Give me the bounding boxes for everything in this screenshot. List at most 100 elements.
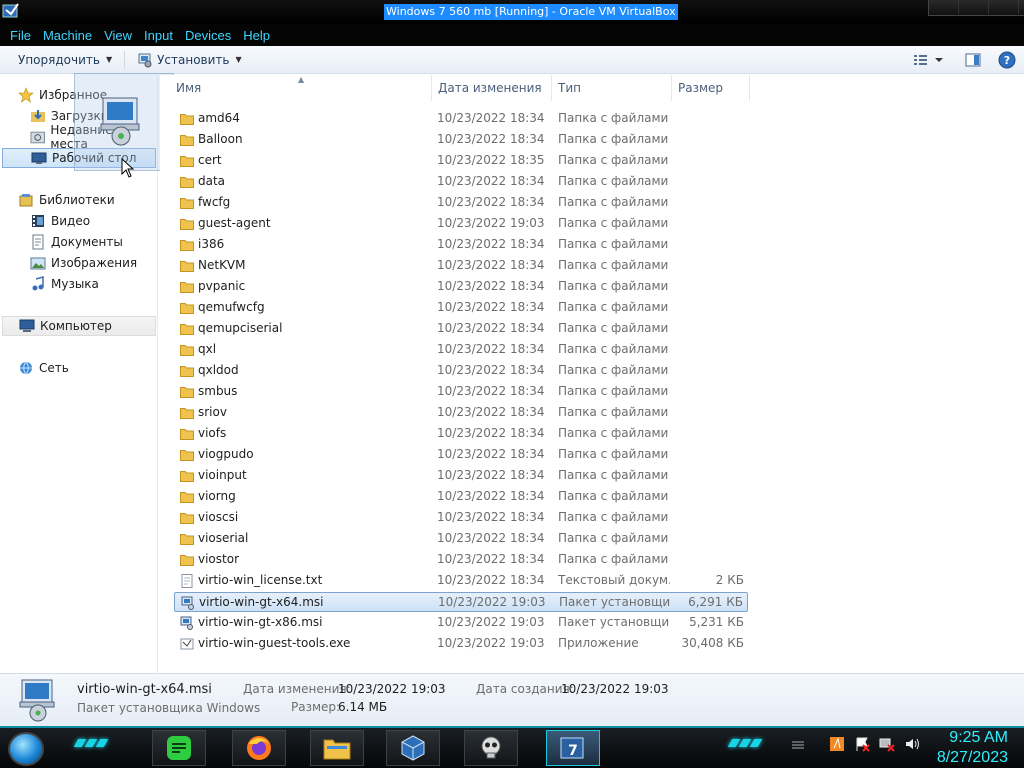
show-hidden-icons-icon[interactable] <box>790 736 806 752</box>
file-size: 6,291 КБ <box>688 595 743 609</box>
file-row[interactable]: qxldod 10/23/2022 18:34 Папка с файлами <box>174 361 748 381</box>
file-row[interactable]: qemupciserial 10/23/2022 18:34 Папка с фай… <box>174 319 748 339</box>
help-button[interactable]: ? <box>996 49 1018 71</box>
music-icon <box>32 276 44 291</box>
file-name: sriov <box>198 405 227 419</box>
virtualbox-icon <box>401 735 425 761</box>
nav-libraries[interactable]: Библиотеки <box>18 190 148 210</box>
nav-computer[interactable]: Компьютер <box>2 316 156 336</box>
taskbar-clock[interactable]: 9:25 AM 8/27/2023 <box>937 728 1008 768</box>
file-name: cert <box>198 153 222 167</box>
file-row[interactable]: virtio-win_license.txt 10/23/2022 18:34 Те… <box>174 571 748 591</box>
vbox-window-controls[interactable] <box>928 0 1024 16</box>
file-row[interactable]: virtio-win-guest-tools.exe 10/23/2022 19:… <box>174 634 748 654</box>
file-type: Папка с файлами <box>558 363 669 377</box>
file-row[interactable]: fwcfg 10/23/2022 18:34 Папка с файлами <box>174 193 748 213</box>
action-center-flag-icon[interactable] <box>854 736 870 752</box>
nav-documents[interactable]: Документы <box>30 232 150 252</box>
file-row[interactable]: NetKVM 10/23/2022 18:34 Папка с файлами <box>174 256 748 276</box>
column-type[interactable]: Тип <box>552 75 672 101</box>
file-row[interactable]: vioinput 10/23/2022 18:34 Папка с файлами <box>174 466 748 486</box>
file-type: Текстовый докум... <box>558 573 670 587</box>
column-size[interactable]: Размер <box>672 75 750 101</box>
vbox-titlebar: Windows 7 560 mb [Running] - Oracle VM V… <box>0 0 1024 24</box>
file-row[interactable]: qxl 10/23/2022 18:34 Папка с файлами <box>174 340 748 360</box>
file-type: Папка с файлами <box>558 447 669 461</box>
file-name: guest-agent <box>198 216 271 230</box>
view-options-button[interactable] <box>910 49 950 71</box>
file-row[interactable]: Balloon 10/23/2022 18:34 Папка с файлами <box>174 130 748 150</box>
application-icon <box>180 638 194 650</box>
file-date: 10/23/2022 18:34 <box>437 489 545 503</box>
libraries-icon <box>19 194 33 207</box>
file-date: 10/23/2022 18:34 <box>437 405 545 419</box>
menu-help[interactable]: Help <box>237 28 276 43</box>
file-row[interactable]: amd64 10/23/2022 18:34 Папка с файлами <box>174 109 748 129</box>
file-name: NetKVM <box>198 258 246 272</box>
folder-icon <box>180 513 194 524</box>
menu-input[interactable]: Input <box>138 28 179 43</box>
file-row[interactable]: i386 10/23/2022 18:34 Папка с файлами <box>174 235 748 255</box>
menu-view[interactable]: View <box>98 28 138 43</box>
install-button[interactable]: Установить ▼ <box>129 49 250 71</box>
nav-computer-label: Компьютер <box>40 319 112 333</box>
organize-button[interactable]: Упорядочить ▼ <box>0 49 120 71</box>
close-button[interactable] <box>989 0 1019 14</box>
column-date[interactable]: Дата изменения <box>432 75 552 101</box>
folder-icon <box>180 408 194 419</box>
taskbar-app-skull[interactable] <box>464 730 518 766</box>
file-row[interactable]: viorng 10/23/2022 18:34 Папка с файлами <box>174 487 748 507</box>
menu-devices[interactable]: Devices <box>179 28 237 43</box>
preview-pane-button[interactable] <box>962 49 984 71</box>
volume-icon[interactable] <box>904 736 920 752</box>
menu-machine[interactable]: Machine <box>37 28 98 43</box>
file-row[interactable]: data 10/23/2022 18:34 Папка с файлами <box>174 172 748 192</box>
file-type: Папка с файлами <box>558 195 669 209</box>
nav-network[interactable]: Сеть <box>18 358 148 378</box>
nav-documents-label: Документы <box>51 235 123 249</box>
nav-images[interactable]: Изображения <box>30 253 150 273</box>
firefox-icon <box>247 736 271 760</box>
file-row[interactable]: cert 10/23/2022 18:35 Папка с файлами <box>174 151 748 171</box>
nav-network-label: Сеть <box>39 361 69 375</box>
installer-package-icon <box>181 596 194 610</box>
taskbar-app-firefox[interactable] <box>232 730 286 766</box>
file-date: 10/23/2022 18:34 <box>437 195 545 209</box>
file-row[interactable]: sriov 10/23/2022 18:34 Папка с файлами <box>174 403 748 423</box>
file-row[interactable]: viofs 10/23/2022 18:34 Папка с файлами <box>174 424 748 444</box>
file-row[interactable]: vioserial 10/23/2022 18:34 Папка с файлами <box>174 529 748 549</box>
file-type: Папка с файлами <box>558 258 669 272</box>
explorer-window: Упорядочить ▼ Установить ▼ ? Избранное З… <box>0 46 1024 726</box>
view-list-icon <box>914 55 943 65</box>
nav-music[interactable]: Музыка <box>30 274 150 294</box>
file-type: Папка с файлами <box>558 174 669 188</box>
taskbar-app-explorer[interactable] <box>310 730 364 766</box>
skull-app-icon <box>481 736 501 759</box>
file-row[interactable]: viostor 10/23/2022 18:34 Папка с файлами <box>174 550 748 570</box>
file-row[interactable]: virtio-win-gt-x64.msi 10/23/2022 19:03 Пак… <box>174 592 748 612</box>
file-row[interactable]: guest-agent 10/23/2022 19:03 Папка с файла… <box>174 214 748 234</box>
maximize-button[interactable] <box>959 0 989 14</box>
taskbar-app-notes[interactable] <box>152 730 206 766</box>
file-name: viofs <box>198 426 227 440</box>
file-date: 10/23/2022 18:34 <box>437 552 545 566</box>
details-size-value: 6.14 МБ <box>338 700 388 714</box>
taskbar-app-virtualbox[interactable] <box>386 730 440 766</box>
file-row[interactable]: virtio-win-gt-x86.msi 10/23/2022 19:03 Пак… <box>174 613 748 633</box>
start-button[interactable] <box>8 732 44 766</box>
file-row[interactable]: viogpudo 10/23/2022 18:34 Папка с файлами <box>174 445 748 465</box>
file-type: Папка с файлами <box>558 510 669 524</box>
notification-app-icon[interactable] <box>829 736 845 752</box>
taskbar-app-windows7-vm[interactable]: 7 <box>546 730 600 766</box>
file-row[interactable]: vioscsi 10/23/2022 18:34 Папка с файлами <box>174 508 748 528</box>
nav-video[interactable]: Видео <box>30 211 150 231</box>
file-name: Balloon <box>198 132 243 146</box>
chevron-down-icon: ▼ <box>235 55 242 64</box>
menu-file[interactable]: File <box>4 28 37 43</box>
file-row[interactable]: pvpanic 10/23/2022 18:34 Папка с файлами <box>174 277 748 297</box>
file-row[interactable]: qemufwcfg 10/23/2022 18:34 Папка с файлами <box>174 298 748 318</box>
network-status-icon[interactable] <box>879 736 895 752</box>
file-type: Папка с файлами <box>558 489 669 503</box>
minimize-button[interactable] <box>929 0 959 14</box>
file-row[interactable]: smbus 10/23/2022 18:34 Папка с файлами <box>174 382 748 402</box>
